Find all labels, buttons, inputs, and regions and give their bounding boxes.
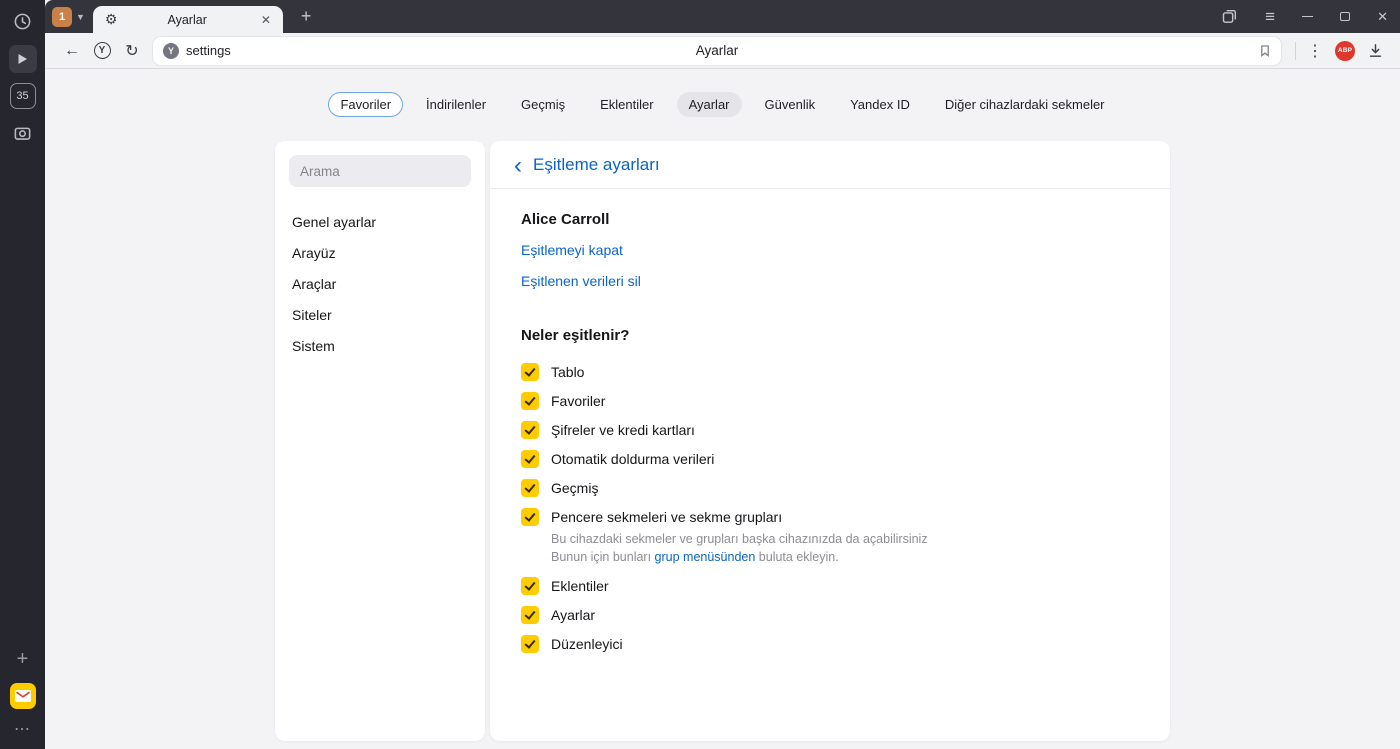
sync-checkbox-otomatik-doldurma[interactable]: Otomatik doldurma verileri: [521, 444, 1139, 473]
sync-settings-body: Alice Carroll Eşitlemeyi kapat Eşitlenen…: [490, 189, 1170, 681]
sidebar-item-araclar[interactable]: Araçlar: [289, 268, 471, 299]
side-rail: 35 + ⋯: [0, 0, 45, 749]
checkbox-label: Düzenleyici: [551, 636, 623, 652]
section-title: Neler eşitlenir?: [521, 327, 630, 344]
checkbox-checked-icon[interactable]: [521, 478, 539, 497]
checkbox-label: Ayarlar: [551, 607, 596, 623]
browser-menu-icon[interactable]: ≡: [1265, 7, 1275, 27]
checkbox-checked-icon[interactable]: [521, 420, 539, 439]
toolbar-separator: [1295, 41, 1296, 60]
sync-settings-header: ‹ Eşitleme ayarları: [490, 141, 1170, 189]
account-name: Alice Carroll: [521, 211, 610, 228]
browser-window: 35 + ⋯ 1 ▼ ⚙ Ayarlar ✕ + ≡ ✕ ← Y ↻ Ayarl…: [0, 0, 1400, 749]
more-options-icon[interactable]: ⋮: [1300, 37, 1330, 65]
active-tab[interactable]: ⚙ Ayarlar ✕: [92, 6, 283, 33]
checkbox-label: Favoriler: [551, 392, 606, 409]
rail-add-button[interactable]: +: [9, 645, 37, 673]
checkbox-checked-icon[interactable]: [521, 577, 539, 595]
tab-counter-badge[interactable]: 35: [9, 83, 36, 109]
sync-checkbox-tablo[interactable]: Tablo: [521, 357, 1139, 386]
sync-checkbox-eklentiler[interactable]: Eklentiler: [521, 572, 1139, 601]
bookmark-flag-icon[interactable]: [1258, 43, 1272, 59]
settings-gear-icon: ⚙: [104, 11, 118, 27]
sync-settings-card: ‹ Eşitleme ayarları Alice Carroll Eşitle…: [490, 141, 1170, 741]
yandex-home-icon[interactable]: Y: [87, 37, 117, 65]
sidebar-item-sistem[interactable]: Sistem: [289, 330, 471, 361]
nav-tab-indirilenler[interactable]: İndirilenler: [414, 92, 498, 117]
nav-tab-yandex-id[interactable]: Yandex ID: [838, 92, 922, 117]
tab-close-icon[interactable]: ✕: [257, 11, 275, 29]
tab-bar: 1 ▼ ⚙ Ayarlar ✕ + ≡ ✕: [45, 0, 1400, 33]
address-bar[interactable]: Ayarlar Y settings: [153, 36, 1281, 65]
minimize-icon[interactable]: [1302, 16, 1314, 17]
rail-more-icon[interactable]: ⋯: [14, 719, 31, 739]
checkbox-checked-icon[interactable]: [521, 635, 539, 653]
reload-icon[interactable]: ↻: [117, 37, 147, 65]
browser-toolbar: ← Y ↻ Ayarlar Y settings ⋮ ABP: [45, 33, 1400, 69]
nav-tab-diger-sekmeler[interactable]: Diğer cihazlardaki sekmeler: [933, 92, 1117, 117]
checkbox-label: Şifreler ve kredi kartları: [551, 421, 695, 438]
address-bar-page-title: Ayarlar: [695, 43, 739, 58]
sync-checkbox-pencere-sekmeleri[interactable]: Pencere sekmeleri ve sekme grupları: [521, 502, 1139, 531]
checkbox-label: Tablo: [551, 363, 585, 380]
sync-checkbox-favoriler[interactable]: Favoriler: [521, 386, 1139, 415]
window-controls: ≡ ✕: [1221, 0, 1388, 33]
sidebar-item-arayuz[interactable]: Arayüz: [289, 237, 471, 268]
checkbox-description: Bu cihazdaki sekmeler ve grupları başka …: [521, 531, 1139, 567]
settings-top-nav: Favoriler İndirilenler Geçmiş Eklentiler…: [45, 92, 1400, 117]
tab-group-thumbnail[interactable]: 1: [52, 6, 72, 27]
description-line-2: Bunun için bunları grup menüsünden bulut…: [551, 549, 839, 564]
sync-items-list: Tablo Favoriler Şifreler ve kredi kartla…: [521, 357, 1139, 659]
nav-tab-favoriler[interactable]: Favoriler: [328, 92, 404, 117]
description-line-1: Bu cihazdaki sekmeler ve grupları başka …: [551, 532, 928, 546]
sync-checkbox-sifreler[interactable]: Şifreler ve kredi kartları: [521, 415, 1139, 444]
site-favicon: Y: [163, 42, 179, 59]
downloads-icon[interactable]: [1360, 37, 1390, 65]
screenshot-icon[interactable]: [9, 119, 37, 147]
sidebar-item-genel-ayarlar[interactable]: Genel ayarlar: [289, 206, 471, 237]
disable-sync-link[interactable]: Eşitlemeyi kapat: [521, 243, 623, 257]
sync-checkbox-ayarlar[interactable]: Ayarlar: [521, 601, 1139, 630]
search-input[interactable]: [289, 155, 471, 187]
checkbox-label: Otomatik doldurma verileri: [551, 450, 715, 467]
checkbox-label: Eklentiler: [551, 578, 609, 594]
panels-icon[interactable]: [1221, 8, 1238, 25]
back-chevron-icon[interactable]: ‹: [514, 153, 522, 177]
history-clock-icon[interactable]: [9, 7, 37, 35]
checkbox-checked-icon[interactable]: [521, 391, 539, 410]
nav-tab-ayarlar[interactable]: Ayarlar: [676, 92, 742, 117]
sidebar-item-siteler[interactable]: Siteler: [289, 299, 471, 330]
maximize-icon[interactable]: [1340, 12, 1351, 21]
tab-list-chevron-down-icon[interactable]: ▼: [76, 12, 85, 22]
checkbox-checked-icon[interactable]: [521, 606, 539, 624]
page-title: Eşitleme ayarları: [533, 155, 660, 174]
checkbox-label: Pencere sekmeleri ve sekme grupları: [551, 508, 783, 525]
sync-checkbox-gecmis[interactable]: Geçmiş: [521, 473, 1139, 502]
settings-content: Genel ayarlar Arayüz Araçlar Siteler Sis…: [45, 141, 1400, 749]
nav-tab-eklentiler[interactable]: Eklentiler: [588, 92, 665, 117]
delete-synced-data-link[interactable]: Eşitlenen verileri sil: [521, 274, 641, 288]
sync-checkbox-duzenleyici[interactable]: Düzenleyici: [521, 630, 1139, 659]
play-media-button[interactable]: [8, 45, 37, 73]
window-close-icon[interactable]: ✕: [1377, 9, 1388, 25]
nav-tab-gecmis[interactable]: Geçmiş: [509, 92, 577, 117]
group-menu-link[interactable]: grup menüsünden: [655, 550, 756, 564]
checkbox-checked-icon[interactable]: [521, 362, 539, 381]
back-icon[interactable]: ←: [57, 37, 87, 65]
yandex-mail-icon[interactable]: [9, 683, 36, 709]
settings-sidebar-card: Genel ayarlar Arayüz Araçlar Siteler Sis…: [275, 141, 485, 741]
settings-page: Favoriler İndirilenler Geçmiş Eklentiler…: [45, 69, 1400, 749]
address-text[interactable]: settings: [186, 43, 231, 58]
settings-menu: Genel ayarlar Arayüz Araçlar Siteler Sis…: [289, 206, 471, 361]
adblock-extension-badge[interactable]: ABP: [1330, 37, 1360, 65]
checkbox-label: Geçmiş: [551, 479, 599, 496]
play-icon: [18, 54, 27, 64]
nav-tab-guvenlik[interactable]: Güvenlik: [753, 92, 828, 117]
tab-title: Ayarlar: [167, 12, 207, 27]
new-tab-button[interactable]: +: [295, 6, 318, 27]
checkbox-checked-icon[interactable]: [521, 449, 539, 468]
checkbox-checked-icon[interactable]: [521, 507, 539, 526]
sync-item-group-sekmeler: Pencere sekmeleri ve sekme grupları Bu c…: [521, 502, 1139, 567]
